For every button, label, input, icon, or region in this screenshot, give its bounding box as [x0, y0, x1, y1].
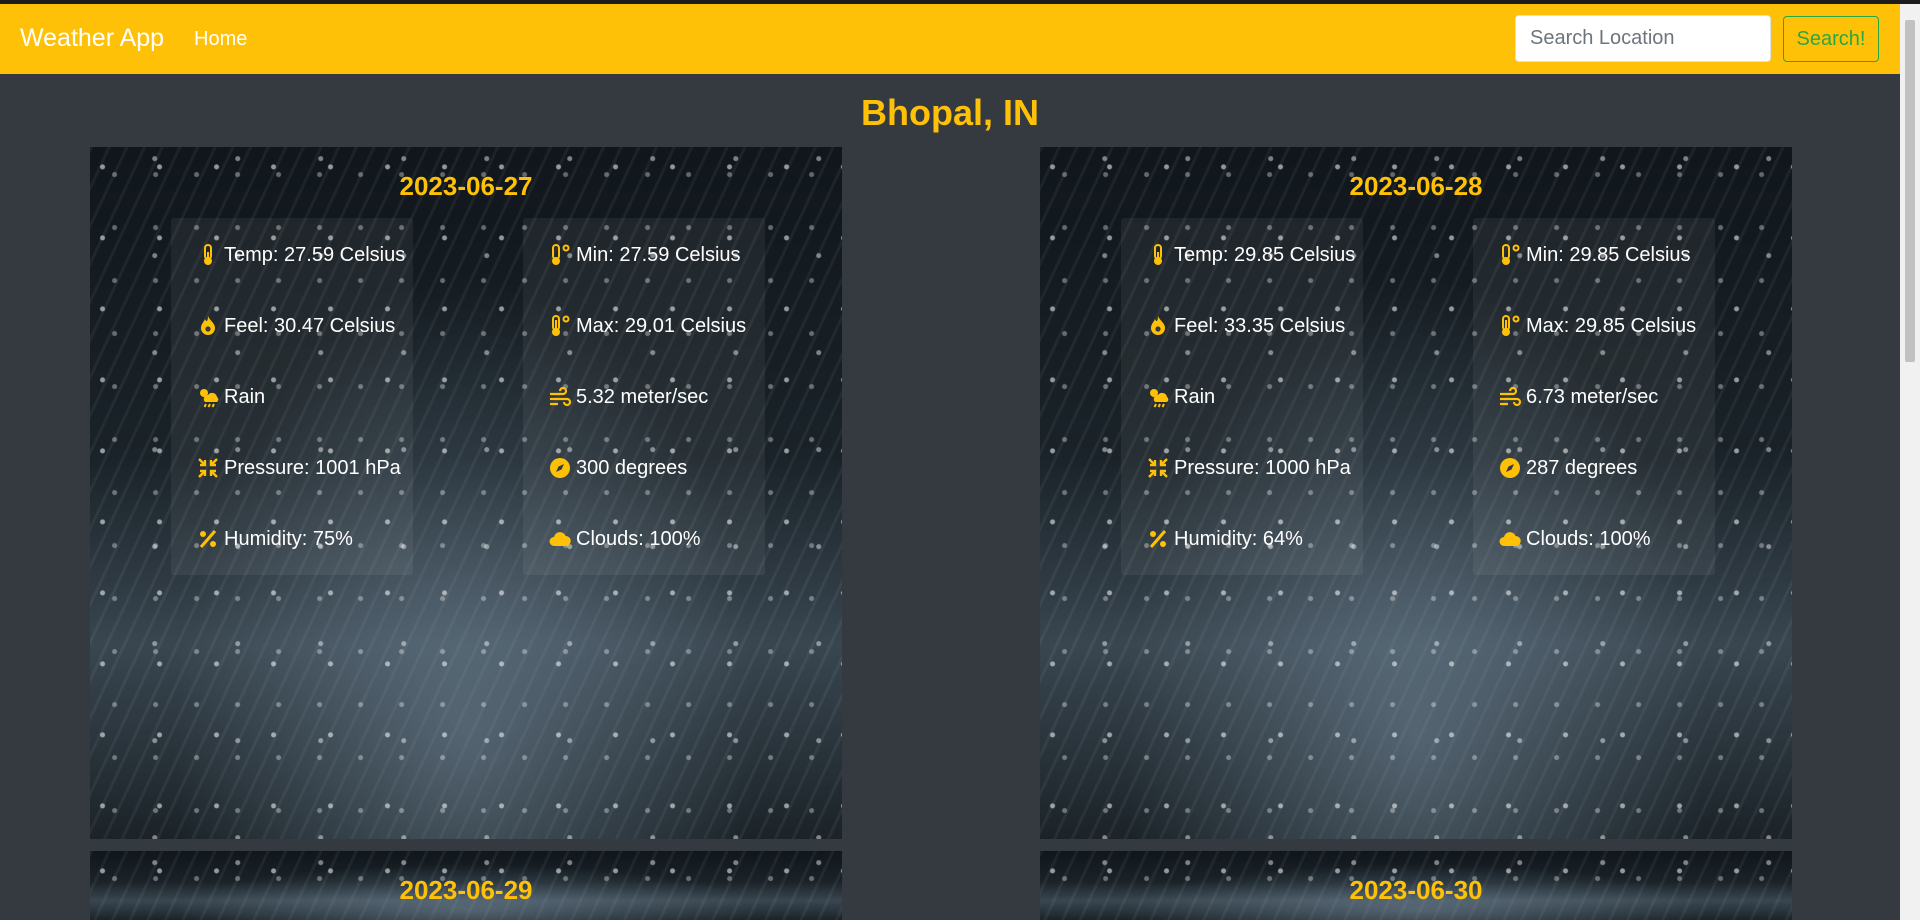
weather-text: Rain: [1174, 385, 1216, 408]
city-title: Bhopal, IN: [861, 92, 1039, 133]
min-row: Min: 27.59 Celsius: [548, 241, 741, 269]
max-text: Max: 29.01 Celsius: [576, 314, 747, 337]
humidity-row: Humidity: 75%: [196, 525, 353, 553]
wind-row: 6.73 meter/sec: [1498, 383, 1658, 411]
clouds-row: Clouds: 100%: [1498, 525, 1651, 553]
pressure-text: Pressure: 1000 hPa: [1174, 456, 1351, 479]
temp-row: Temp: 27.59 Celsius: [196, 241, 405, 269]
max-row: Max: 29.01 Celsius: [548, 312, 746, 340]
min-text: Min: 27.59 Celsius: [576, 243, 741, 266]
search-button[interactable]: Search!: [1783, 16, 1879, 62]
forecast-date: 2023-06-29: [399, 875, 533, 905]
direction-text: 300 degrees: [576, 456, 688, 479]
search-input[interactable]: [1515, 15, 1771, 62]
feel-text: Feel: 30.47 Celsius: [224, 314, 396, 337]
nav-home-link[interactable]: Home: [194, 28, 247, 51]
percent-icon: [1149, 530, 1167, 548]
forecast-date: 2023-06-27: [399, 171, 533, 201]
wind-icon: [1500, 386, 1522, 407]
direction-text: 287 degrees: [1526, 456, 1638, 479]
wind-text: 5.32 meter/sec: [576, 385, 709, 408]
forecast-card: 2023-06-29: [90, 851, 842, 920]
temperature-high-icon: [552, 315, 570, 336]
min-row: Min: 29.85 Celsius: [1498, 241, 1691, 269]
wind-text: 6.73 meter/sec: [1526, 385, 1659, 408]
feel-row: Feel: 33.35 Celsius: [1146, 312, 1345, 340]
fire-icon: [201, 316, 215, 335]
forecast-right-panel: Min: 29.85 Celsius Max: 29.85 Celsius 6.…: [1473, 218, 1715, 575]
compass-icon: [1500, 458, 1520, 478]
forecast-date: 2023-06-30: [1349, 875, 1483, 905]
navbar: Weather App Home Search!: [0, 4, 1900, 74]
forecast-date: 2023-06-28: [1349, 171, 1483, 201]
brand-link[interactable]: Weather App: [20, 24, 164, 53]
fire-icon: [1151, 316, 1165, 335]
humidity-row: Humidity: 64%: [1146, 525, 1303, 553]
temperature-low-icon: [552, 244, 570, 265]
percent-icon: [199, 530, 217, 548]
pressure-row: Pressure: 1001 hPa: [196, 454, 401, 482]
forecast-left-panel: Temp: 27.59 Celsius Feel: 30.47 Celsius …: [171, 218, 413, 575]
forecast-right-panel: Min: 27.59 Celsius Max: 29.01 Celsius 5.…: [523, 218, 765, 575]
forecast-card: 2023-06-30: [1040, 851, 1792, 920]
humidity-text: Humidity: 64%: [1174, 527, 1303, 550]
pressure-text: Pressure: 1001 hPa: [224, 456, 401, 479]
wind-icon: [550, 386, 572, 407]
temp-row: Temp: 29.85 Celsius: [1146, 241, 1355, 269]
clouds-row: Clouds: 100%: [548, 525, 701, 553]
forecast-card: 2023-06-28 Temp: 29.85 Celsius Feel: 33.…: [1040, 147, 1792, 839]
min-text: Min: 29.85 Celsius: [1526, 243, 1691, 266]
cloud-sun-rain-icon: [1150, 389, 1169, 408]
weather-row: Rain: [1146, 383, 1215, 411]
temp-text: Temp: 29.85 Celsius: [1174, 243, 1356, 266]
cloud-icon: [549, 532, 571, 546]
temperature-low-icon: [1502, 244, 1520, 265]
weather-row: Rain: [196, 383, 265, 411]
compress-icon: [198, 458, 218, 478]
direction-row: 300 degrees: [548, 454, 687, 482]
forecast-card: 2023-06-27 Temp: 27.59 Celsius Feel: 30.…: [90, 147, 842, 839]
feel-text: Feel: 33.35 Celsius: [1174, 314, 1346, 337]
max-text: Max: 29.85 Celsius: [1526, 314, 1697, 337]
compass-icon: [550, 458, 570, 478]
scrollbar-thumb[interactable]: [1905, 20, 1915, 362]
compress-icon: [1148, 458, 1168, 478]
wind-row: 5.32 meter/sec: [548, 383, 708, 411]
max-row: Max: 29.85 Celsius: [1498, 312, 1696, 340]
feel-row: Feel: 30.47 Celsius: [196, 312, 395, 340]
clouds-text: Clouds: 100%: [576, 527, 701, 550]
thermometer-half-icon: [204, 244, 212, 265]
temp-text: Temp: 27.59 Celsius: [224, 243, 406, 266]
pressure-row: Pressure: 1000 hPa: [1146, 454, 1351, 482]
thermometer-half-icon: [1154, 244, 1162, 265]
cloud-sun-rain-icon: [200, 389, 219, 408]
temperature-high-icon: [1502, 315, 1520, 336]
clouds-text: Clouds: 100%: [1526, 527, 1651, 550]
direction-row: 287 degrees: [1498, 454, 1637, 482]
cloud-icon: [1499, 532, 1521, 546]
weather-text: Rain: [224, 385, 266, 408]
humidity-text: Humidity: 75%: [224, 527, 353, 550]
forecast-left-panel: Temp: 29.85 Celsius Feel: 33.35 Celsius …: [1121, 218, 1363, 575]
